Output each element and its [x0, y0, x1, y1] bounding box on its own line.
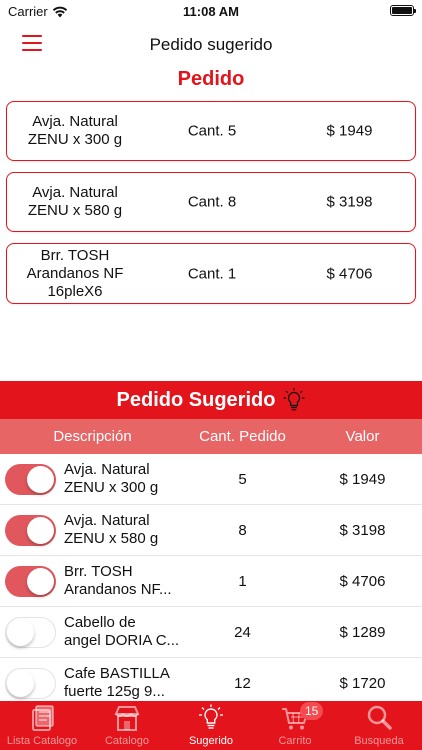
include-toggle[interactable] — [5, 515, 56, 546]
product-value: $ 4706 — [339, 573, 386, 590]
tab-label: Carrito — [278, 735, 312, 747]
product-value: $ 1289 — [339, 624, 386, 641]
product-name: Avja. Natural ZENU x 300 g — [64, 461, 189, 497]
product-name-line1: Brr. TOSH — [64, 563, 133, 580]
search-icon — [367, 705, 392, 730]
product-name-line1: Avja. Natural — [64, 461, 150, 478]
store-icon — [114, 706, 140, 731]
tab-lista-catalogo[interactable]: Lista Catalogo — [0, 701, 84, 750]
tab-label: Catalogo — [104, 735, 150, 747]
tab-label: Sugerido — [188, 735, 234, 747]
order-section-title: Pedido — [177, 68, 245, 90]
product-name-line2: angel DORIA C... — [64, 632, 180, 649]
product-value: $ 3198 — [339, 522, 386, 539]
table-row: Cabello de angel DORIA C... 24 $ 1289 — [0, 607, 422, 658]
order-item-price: $ 3198 — [326, 193, 373, 211]
tab-catalogo[interactable]: Catalogo — [85, 701, 169, 750]
product-value: $ 1949 — [339, 471, 386, 488]
table-row: Brr. TOSH Arandanos NF... 1 $ 4706 — [0, 556, 422, 607]
product-name-line1: Avja. Natural — [64, 512, 150, 529]
order-item-qty: Cant. 1 — [187, 265, 237, 282]
battery-icon — [390, 5, 416, 16]
order-item-qty: Cant. 8 — [187, 193, 237, 211]
catalog-list-icon — [32, 705, 54, 731]
tab-label: Lista Catalogo — [6, 735, 78, 747]
order-card[interactable]: Brr. TOSH Arandanos NF 16pleX6 Cant. 1 $… — [6, 243, 416, 304]
tab-busqueda[interactable]: Busqueda — [337, 701, 421, 750]
nav-bar: Pedido sugerido — [0, 22, 422, 66]
tab-bar: Lista Catalogo Catalogo Sugerido 15 Carr… — [0, 701, 422, 750]
order-card[interactable]: Avja. Natural ZENU x 300 g Cant. 5 $ 194… — [6, 101, 416, 161]
table-row: Avja. Natural ZENU x 300 g 5 $ 1949 — [0, 454, 422, 505]
product-qty: 1 — [238, 573, 247, 590]
product-name-line2: ZENU x 300 g — [64, 479, 159, 496]
include-toggle[interactable] — [5, 566, 56, 597]
order-list: Avja. Natural ZENU x 300 g Cant. 5 $ 194… — [6, 101, 416, 315]
product-qty: 5 — [238, 471, 247, 488]
product-name: Brr. TOSH Arandanos NF... — [64, 563, 189, 599]
column-value: Valor — [345, 428, 380, 445]
tab-carrito[interactable]: 15 Carrito — [253, 701, 337, 750]
order-item-price: $ 1949 — [326, 122, 373, 140]
product-qty: 24 — [234, 624, 251, 641]
suggested-header: Pedido Sugerido — [0, 381, 422, 419]
order-item-name: Brr. TOSH Arandanos NF 16pleX6 — [26, 246, 124, 300]
order-item-qty: Cant. 5 — [187, 122, 237, 140]
table-header: Descripción Cant. Pedido Valor — [0, 419, 422, 454]
order-item-price: $ 4706 — [326, 265, 373, 282]
product-name-line2: ZENU x 580 g — [64, 530, 159, 547]
table-row: Avja. Natural ZENU x 580 g 8 $ 3198 — [0, 505, 422, 556]
order-item-name: Avja. Natural ZENU x 300 g — [27, 113, 123, 148]
lightbulb-icon — [199, 704, 223, 729]
table-row: Cafe BASTILLA fuerte 125g 9... 12 $ 1720 — [0, 658, 422, 701]
column-qty: Cant. Pedido — [199, 428, 286, 445]
suggested-title: Pedido Sugerido — [116, 388, 276, 411]
product-name-line2: fuerte 125g 9... — [64, 683, 165, 700]
lightbulb-icon — [283, 388, 305, 411]
suggested-list[interactable]: Avja. Natural ZENU x 300 g 5 $ 1949 Avja… — [0, 454, 422, 701]
product-name-line1: Cabello de — [64, 614, 136, 631]
product-value: $ 1720 — [339, 675, 386, 692]
include-toggle[interactable] — [5, 464, 56, 495]
order-item-name: Avja. Natural ZENU x 580 g — [27, 184, 123, 219]
product-name: Cabello de angel DORIA C... — [64, 614, 189, 650]
status-time: 11:08 AM — [183, 4, 239, 19]
order-card[interactable]: Avja. Natural ZENU x 580 g Cant. 8 $ 319… — [6, 172, 416, 232]
tab-sugerido[interactable]: Sugerido — [169, 701, 253, 750]
product-qty: 12 — [234, 675, 251, 692]
column-description: Descripción — [53, 428, 132, 445]
product-name-line1: Cafe BASTILLA — [64, 665, 170, 682]
include-toggle[interactable] — [5, 668, 56, 699]
include-toggle[interactable] — [5, 617, 56, 648]
cart-badge: 15 — [300, 702, 324, 720]
page-title: Pedido sugerido — [149, 35, 273, 54]
tab-label: Busqueda — [354, 735, 404, 747]
product-name-line2: Arandanos NF... — [64, 581, 172, 598]
status-bar: Carrier 11:08 AM — [0, 0, 422, 22]
product-name: Avja. Natural ZENU x 580 g — [64, 512, 189, 548]
product-qty: 8 — [238, 522, 247, 539]
product-name: Cafe BASTILLA fuerte 125g 9... — [64, 665, 189, 701]
